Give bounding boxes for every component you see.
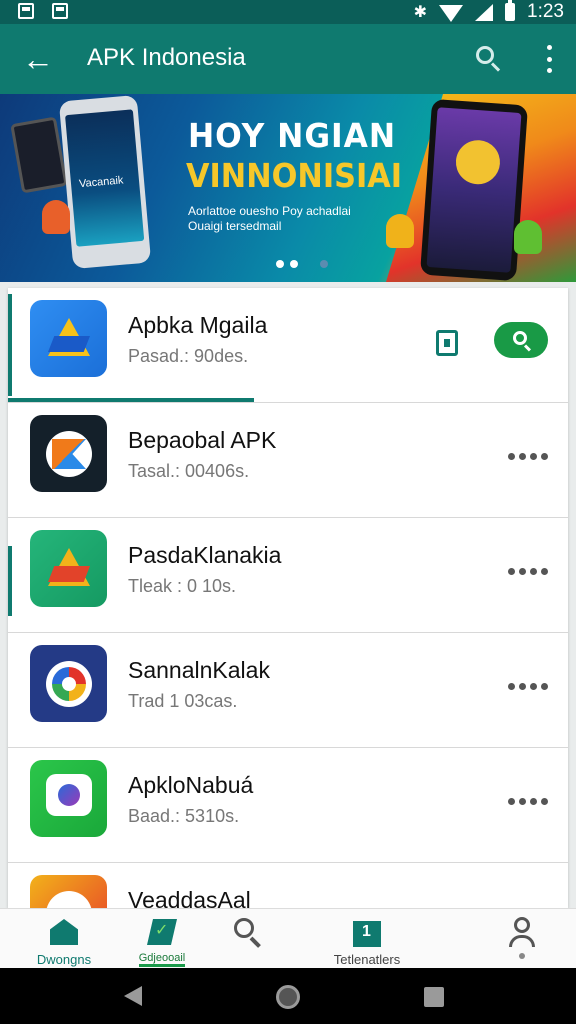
app-meta: Tleak : 0 10s. <box>128 576 237 596</box>
nav-updates-label: Tetlenatlers <box>333 952 401 967</box>
android-robot-icon <box>386 214 414 248</box>
nav-search[interactable] <box>228 909 268 969</box>
banner-title: HOY NGIAN <box>188 116 397 155</box>
recents-square-icon[interactable] <box>424 987 444 1007</box>
google-g-icon <box>30 645 107 722</box>
battery-icon <box>505 0 516 21</box>
tablet-image <box>10 116 68 194</box>
app-name: ApkloNabuá <box>128 772 254 798</box>
verified-badge-icon <box>145 915 179 949</box>
more-horiz-icon[interactable] <box>508 798 548 805</box>
app-meta: Tasal.: 00406s. <box>128 461 250 481</box>
notification-icon <box>52 3 68 19</box>
list-item[interactable]: Apbka Mgaila Pasad.: 90des. <box>8 288 568 403</box>
app-list: Apbka Mgaila Pasad.: 90des. Bepaobal APK… <box>8 288 568 908</box>
promo-banner[interactable]: Vacanaik HOY NGIAN VINNONISIAI Aorlattoe… <box>0 94 576 282</box>
person-icon <box>505 915 539 949</box>
system-nav-bar <box>0 968 576 1024</box>
list-item[interactable]: SannalnKalak Trad 1 03cas. <box>8 633 568 748</box>
list-item[interactable]: PasdaKlanakia Tleak : 0 10s. <box>8 518 568 633</box>
notification-icon <box>18 3 34 19</box>
home-circle-icon[interactable] <box>276 985 300 1009</box>
banner-title-secondary: VINNONISIAI <box>186 156 403 195</box>
list-item[interactable]: VeaddasAal <box>8 863 568 908</box>
install-icon[interactable] <box>436 330 458 356</box>
app-name: VeaddasAal <box>128 887 251 908</box>
wifi-icon <box>439 4 464 22</box>
page-title: APK Indonesia <box>87 44 246 71</box>
status-bar: ✱ 1:23 <box>0 0 576 24</box>
more-horiz-icon[interactable] <box>508 568 548 575</box>
bottom-nav: Dwongns Gdjeooail Tetlenatlers <box>0 908 576 968</box>
nav-profile[interactable] <box>504 909 540 969</box>
app-meta: Baad.: 5310s. <box>128 806 240 826</box>
google-drive-icon <box>30 530 107 607</box>
chrome-icon <box>30 875 107 908</box>
app-name: Bepaobal APK <box>128 427 277 453</box>
nav-home-label: Dwongns <box>36 952 92 967</box>
search-icon[interactable] <box>474 44 504 74</box>
status-time: 1:23 <box>527 1 564 22</box>
bluetooth-icon: ✱ <box>413 4 428 21</box>
home-icon <box>47 915 81 949</box>
app-name: Apbka Mgaila <box>128 312 268 338</box>
more-horiz-icon[interactable] <box>508 683 548 690</box>
phone-image: Vacanaik <box>58 94 152 270</box>
emoji-face-icon <box>454 138 502 186</box>
search-button[interactable] <box>494 322 548 358</box>
phone-image <box>419 98 529 282</box>
app-meta: Trad 1 03cas. <box>128 691 238 711</box>
back-arrow-icon[interactable]: ← <box>20 41 56 77</box>
nav-updates[interactable]: Tetlenatlers <box>322 909 412 969</box>
carousel-indicator[interactable] <box>276 260 328 268</box>
app-meta: Pasad.: 90des. <box>128 346 249 366</box>
app-bar: ← APK Indonesia <box>0 24 576 94</box>
nav-badge-label: Gdjeooail <box>138 952 186 967</box>
nav-home[interactable]: Dwongns <box>28 909 100 969</box>
search-icon <box>231 915 265 949</box>
list-item[interactable]: ApkloNabuá Baad.: 5310s. <box>8 748 568 863</box>
indicator-dot <box>519 953 525 959</box>
chat-bubble-icon <box>30 760 107 837</box>
phone-screen-text: Vacanaik <box>78 174 124 191</box>
signal-icon <box>475 3 494 21</box>
app-name: PasdaKlanakia <box>128 542 282 568</box>
google-drive-icon <box>30 300 107 377</box>
nav-badge[interactable]: Gdjeooail <box>124 909 200 969</box>
more-vert-icon[interactable] <box>544 45 554 73</box>
back-triangle-icon[interactable] <box>124 986 142 1006</box>
app-name: SannalnKalak <box>128 657 270 683</box>
updates-icon <box>350 915 384 949</box>
android-robot-icon <box>514 220 542 254</box>
more-horiz-icon[interactable] <box>508 453 548 460</box>
android-robot-icon <box>42 200 70 234</box>
banner-subtitle: Aorlattoe ouesho Poy achadlai Ouaigi ter… <box>188 204 351 233</box>
arrow-logo-icon <box>30 415 107 492</box>
list-item[interactable]: Bepaobal APK Tasal.: 00406s. <box>8 403 568 518</box>
